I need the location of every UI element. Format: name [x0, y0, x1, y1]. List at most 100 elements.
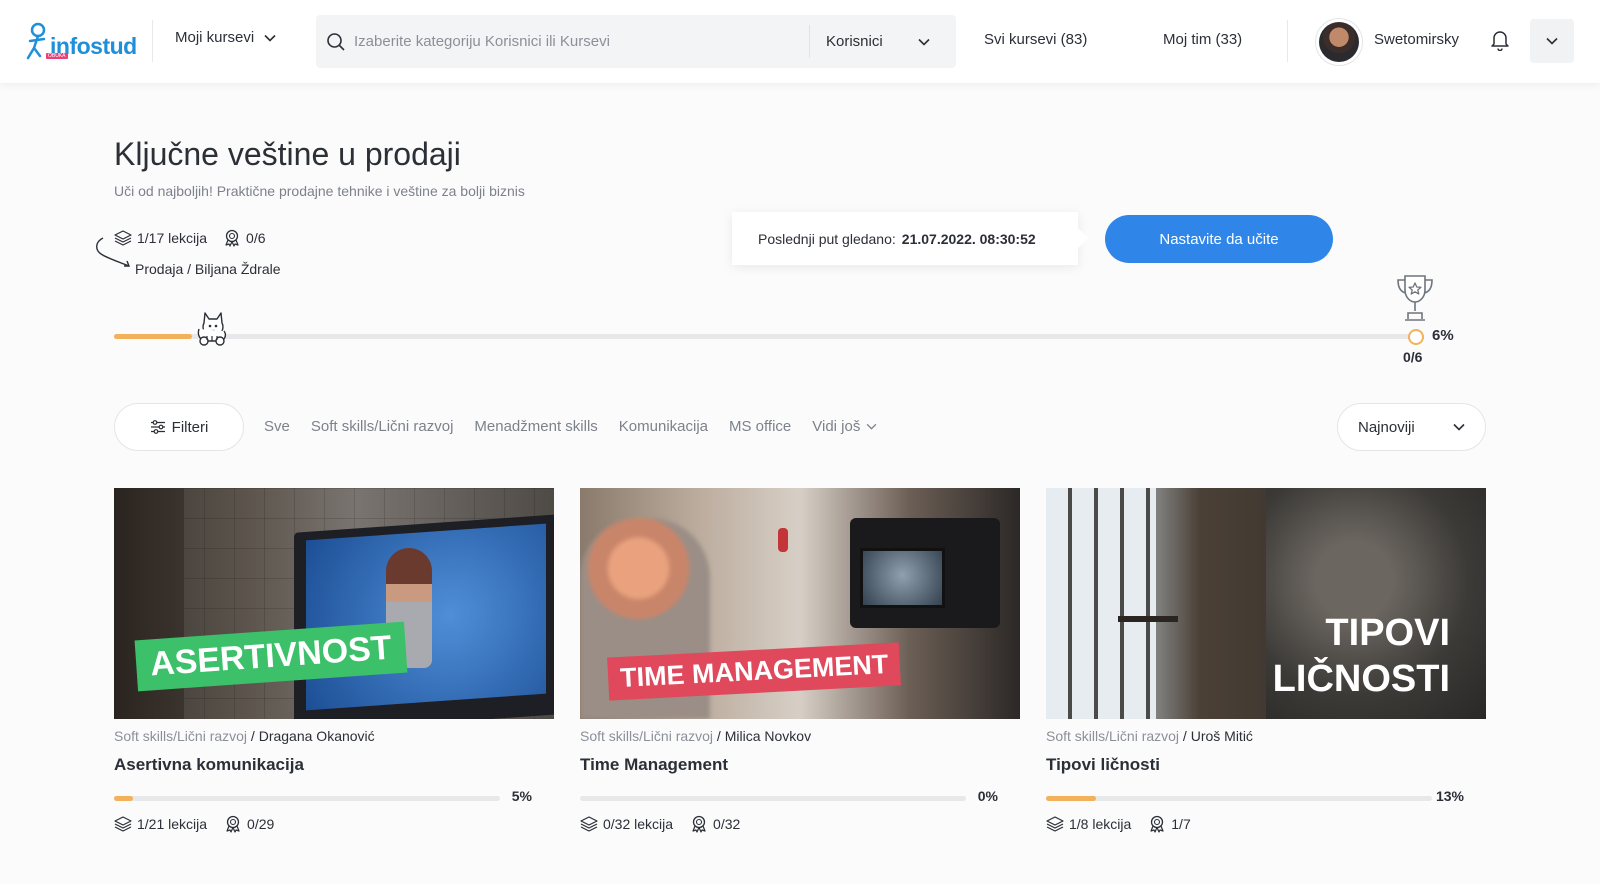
woman-figure — [1158, 533, 1218, 719]
avatar-image — [1319, 22, 1359, 62]
lessons-count: 1/17 lekcija — [137, 230, 208, 246]
curved-arrow-icon — [96, 237, 131, 267]
tab-sve[interactable]: Sve — [264, 418, 290, 435]
account-menu-button[interactable] — [1530, 19, 1574, 63]
card-author: / Dragana Okanović — [247, 728, 375, 744]
course-card[interactable]: TIPOVI LIČNOSTI Soft skills/Lični razvoj… — [1046, 488, 1486, 833]
card-progress-bar — [580, 796, 966, 801]
badges-count: 0/6 — [246, 230, 266, 246]
card-badges: 1/7 — [1171, 816, 1191, 832]
course-thumbnail[interactable]: TIPOVI LIČNOSTI — [1046, 488, 1486, 719]
last-seen-box: Poslednji put gledano: 21.07.2022. 08:30… — [732, 212, 1088, 265]
card-badges-stat: 1/7 — [1148, 815, 1191, 833]
filters-label: Filteri — [171, 418, 209, 436]
chevron-down-icon — [918, 38, 930, 46]
layers-icon — [114, 816, 132, 832]
badge-icon — [226, 815, 240, 833]
card-badges: 0/32 — [713, 816, 741, 832]
window-frames — [1046, 488, 1156, 719]
trophy-icon — [1397, 275, 1433, 321]
camera-screen — [860, 548, 945, 608]
card-title[interactable]: Time Management — [580, 755, 728, 775]
card-progress-bar — [114, 796, 500, 801]
category-tabs: Sve Soft skills/Lični razvoj Menadžment … — [264, 418, 898, 435]
tab-ms-office[interactable]: MS office — [729, 418, 791, 435]
sort-value: Najnoviji — [1358, 418, 1415, 436]
chevron-down-icon — [1453, 423, 1465, 431]
card-lessons: 1/21 lekcija — [137, 816, 208, 832]
see-more-label: Vidi još — [812, 418, 861, 435]
cat-mascot-icon — [197, 312, 227, 346]
card-progress-percent: 5% — [511, 788, 532, 804]
course-card[interactable]: ASERTIVNOST Soft skills/Lični razvoj / D… — [114, 488, 554, 833]
card-lessons-stat: 1/8 lekcija — [1046, 816, 1131, 832]
bell-icon[interactable] — [1490, 29, 1510, 56]
card-author: / Uroš Mitić — [1179, 728, 1253, 744]
card-lessons-stat: 0/32 lekcija — [580, 816, 673, 832]
course-progress-fill — [114, 334, 192, 339]
sort-select[interactable]: Najnoviji — [1337, 403, 1486, 451]
layers-icon — [1046, 816, 1064, 832]
avatar[interactable] — [1315, 18, 1363, 66]
card-badges: 0/29 — [247, 816, 275, 832]
tab-soft-skills[interactable]: Soft skills/Lični razvoj — [311, 418, 454, 435]
divider — [152, 20, 153, 62]
course-stats: 1/17 lekcija 0/6 — [114, 229, 282, 247]
layers-icon — [580, 816, 598, 832]
red-light — [778, 528, 788, 552]
banner-line-2: LIČNOSTI — [1272, 658, 1450, 700]
card-meta: Soft skills/Lični razvoj / Uroš Mitić — [1046, 728, 1253, 744]
badge-icon — [692, 815, 706, 833]
goal-marker — [1408, 329, 1424, 345]
page-title: Ključne veštine u prodaji — [114, 136, 461, 172]
infostud-logo[interactable]: infostud OBUKA — [24, 22, 137, 62]
card-meta: Soft skills/Lični razvoj / Dragana Okano… — [114, 728, 375, 744]
breadcrumb[interactable]: Prodaja / Biljana Ždrale — [135, 261, 281, 277]
user-name[interactable]: Swetomirsky — [1374, 31, 1459, 48]
badge-icon — [1150, 815, 1164, 833]
chevron-down-icon — [866, 423, 877, 430]
card-title[interactable]: Asertivna komunikacija — [114, 755, 304, 775]
badge-icon — [225, 229, 239, 247]
card-progress-fill — [114, 796, 134, 801]
tab-komunikacija[interactable]: Komunikacija — [619, 418, 708, 435]
my-team-link[interactable]: Moj tim (33) — [1163, 31, 1242, 48]
chevron-down-icon — [1546, 37, 1558, 45]
card-badges-stat: 0/32 — [690, 815, 740, 833]
card-meta: Soft skills/Lični razvoj / Milica Novkov — [580, 728, 811, 744]
course-thumbnail[interactable]: TIME MANAGEMENT — [580, 488, 1020, 719]
badges-stat: 0/6 — [223, 229, 266, 247]
course-thumbnail[interactable]: ASERTIVNOST — [114, 488, 554, 719]
goal-count: 0/6 — [1403, 349, 1423, 365]
tab-see-more[interactable]: Vidi još — [812, 418, 877, 435]
card-stats: 1/21 lekcija 0/29 — [114, 815, 291, 833]
card-stats: 0/32 lekcija 0/32 — [580, 815, 757, 833]
thumbnail-banner: TIPOVI LIČNOSTI — [1273, 610, 1450, 702]
card-progress-fill — [1046, 796, 1097, 801]
logo-figure-icon — [26, 22, 46, 60]
search-bar: Korisnici — [316, 15, 956, 68]
card-lessons: 0/32 lekcija — [603, 816, 674, 832]
continue-learning-button[interactable]: Nastavite da učite — [1105, 215, 1333, 263]
course-card[interactable]: TIME MANAGEMENT Soft skills/Lični razvoj… — [580, 488, 1020, 833]
last-seen-value: 21.07.2022. 08:30:52 — [901, 230, 1036, 247]
last-seen-label: Poslednji put gledano: — [758, 230, 896, 247]
search-icon — [326, 32, 346, 52]
sliders-icon — [150, 420, 165, 434]
search-category-value: Korisnici — [826, 33, 883, 50]
my-courses-dropdown[interactable]: Moji kursevi — [175, 29, 276, 46]
filters-button[interactable]: Filteri — [114, 403, 244, 451]
card-category[interactable]: Soft skills/Lični razvoj — [580, 728, 713, 744]
card-title[interactable]: Tipovi ličnosti — [1046, 755, 1160, 775]
card-category[interactable]: Soft skills/Lični razvoj — [114, 728, 247, 744]
search-input[interactable] — [354, 33, 809, 50]
tab-menadzment-skills[interactable]: Menadžment skills — [474, 418, 597, 435]
search-category-select[interactable]: Korisnici — [810, 33, 946, 50]
card-author: / Milica Novkov — [713, 728, 812, 744]
card-progress-percent: 13% — [1435, 788, 1464, 804]
all-courses-link[interactable]: Svi kursevi (83) — [984, 31, 1087, 48]
card-progress-bar — [1046, 796, 1432, 801]
divider — [1287, 20, 1288, 62]
card-stats: 1/8 lekcija 1/7 — [1046, 815, 1208, 833]
card-category[interactable]: Soft skills/Lični razvoj — [1046, 728, 1179, 744]
